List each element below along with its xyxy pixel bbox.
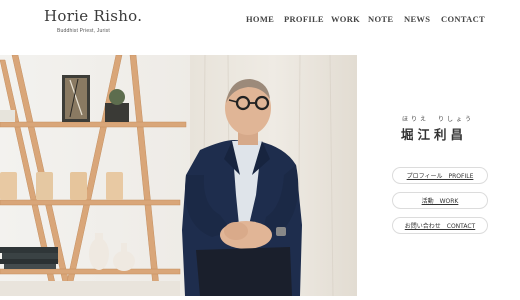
portrait-illustration	[0, 55, 357, 296]
nav-note[interactable]: NOTE	[368, 14, 393, 24]
nav-work[interactable]: WORK	[331, 14, 360, 24]
logo-title: Horie Risho.	[44, 7, 143, 25]
nav-home[interactable]: HOME	[246, 14, 274, 24]
plant-pot	[105, 103, 129, 122]
contact-link-button[interactable]: お問い合わせ CONTACT	[392, 217, 488, 234]
hero-photo	[0, 55, 357, 296]
name-kanji: 堀江利昌	[401, 127, 468, 142]
site-logo[interactable]: Horie Risho. Buddhist Priest, Jurist	[44, 7, 142, 34]
logo-subtitle: Buddhist Priest, Jurist	[57, 28, 110, 34]
nav-contact[interactable]: CONTACT	[441, 14, 485, 24]
name-ruby: ほりえ りしょう	[402, 116, 475, 123]
nav-news[interactable]: NEWS	[404, 14, 430, 24]
site-header: Horie Risho. Buddhist Priest, Jurist HOM…	[0, 0, 520, 48]
nav-profile[interactable]: PROFILE	[284, 14, 324, 24]
work-link-button[interactable]: 活動 WORK	[392, 192, 488, 209]
profile-link-button[interactable]: プロフィール PROFILE	[392, 167, 488, 184]
